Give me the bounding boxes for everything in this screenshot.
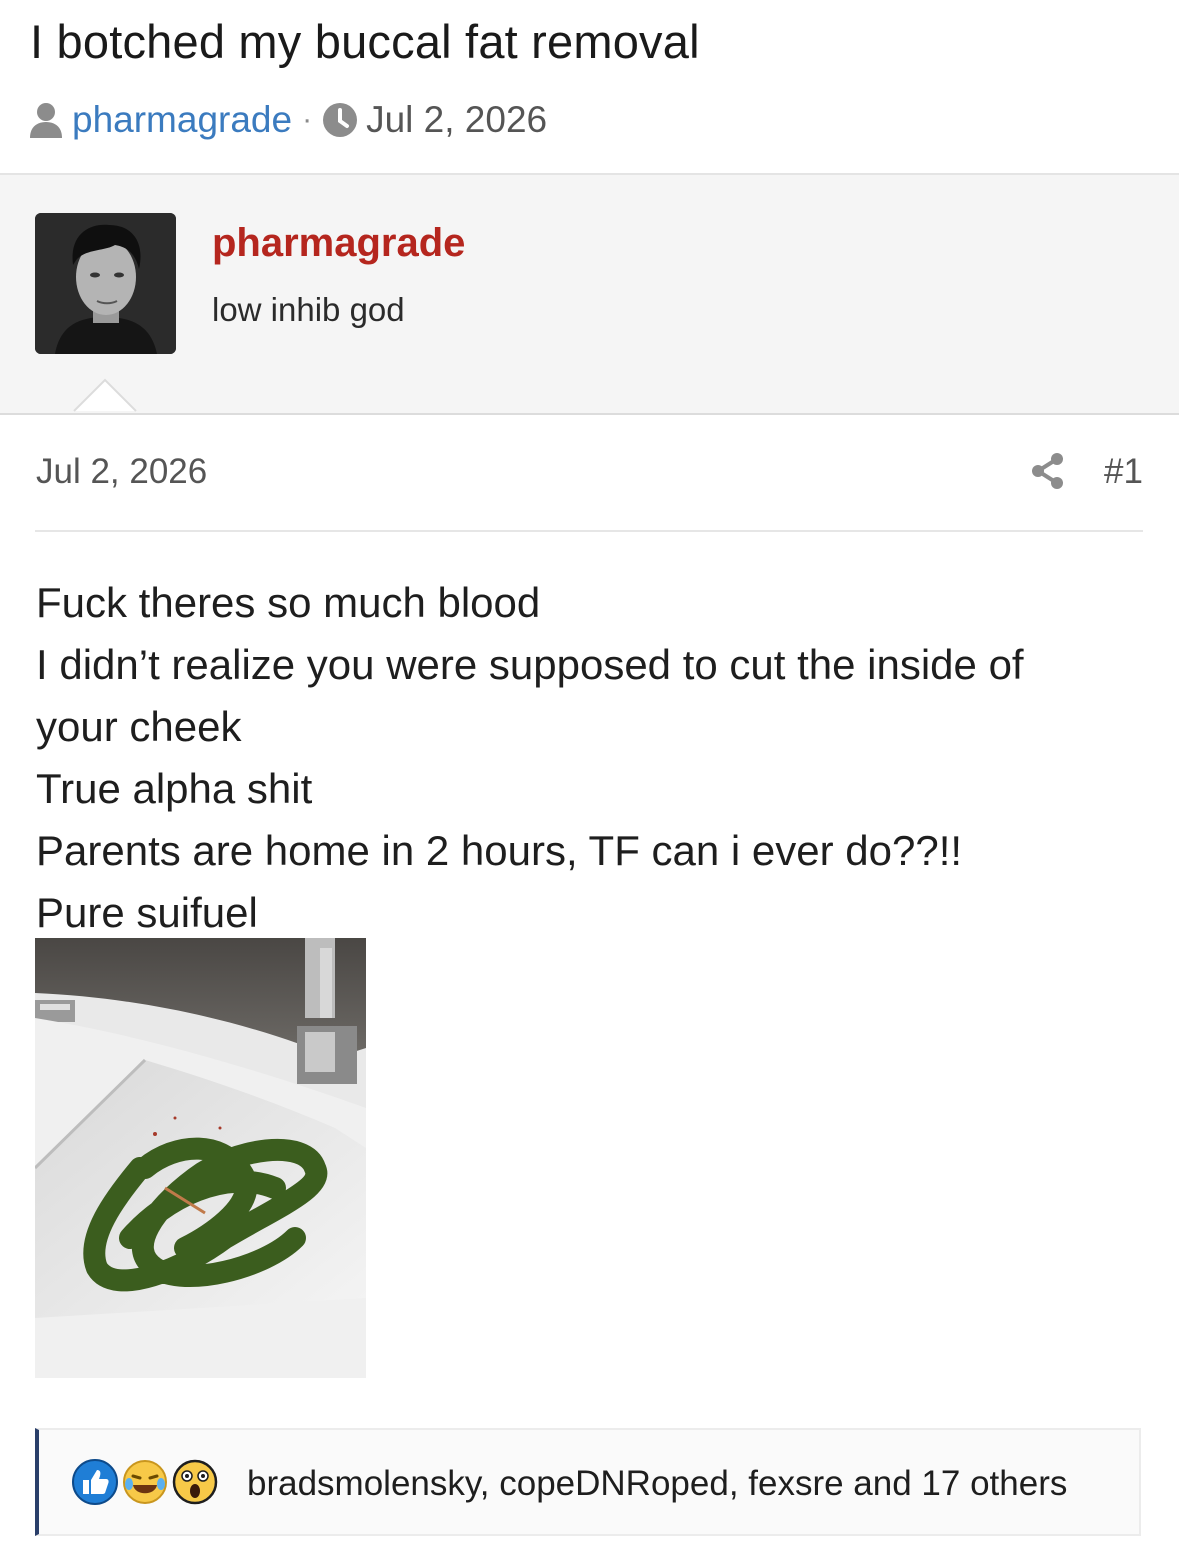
post-image-attachment[interactable] — [35, 938, 366, 1378]
poster-username[interactable]: pharmagrade — [212, 221, 465, 266]
avatar[interactable] — [35, 213, 176, 354]
post-line: Fuck theres so much blood — [36, 579, 541, 626]
post-number-link[interactable]: #1 — [1104, 452, 1143, 492]
clock-icon — [322, 102, 358, 138]
reactions-bar[interactable]: bradsmolensky, copeDNRoped, fexsre and 1… — [35, 1428, 1141, 1536]
thread-author-link[interactable]: pharmagrade — [72, 99, 292, 141]
share-icon[interactable] — [1030, 452, 1066, 490]
post-body: Fuck theres so much blood I didn’t reali… — [36, 572, 1146, 944]
post-line: Parents are home in 2 hours, TF can i ev… — [36, 827, 963, 874]
reaction-icons — [71, 1458, 221, 1506]
thread-title: I botched my buccal fat removal — [30, 15, 700, 68]
wow-icon[interactable] — [171, 1458, 219, 1506]
thread-meta: pharmagrade · Jul 2, 2026 — [28, 96, 547, 144]
post-line: Pure suifuel — [36, 889, 258, 936]
message-user-bar: pharmagrade low inhib god — [0, 173, 1179, 415]
post-line: True alpha shit — [36, 765, 313, 812]
like-icon[interactable] — [71, 1458, 119, 1506]
meta-separator: · — [302, 103, 313, 136]
post-date-link[interactable]: Jul 2, 2026 — [36, 452, 207, 492]
post-header-divider — [35, 530, 1143, 532]
reactions-summary-link[interactable]: bradsmolensky, copeDNRoped, fexsre and 1… — [247, 1464, 1067, 1504]
laugh-cry-icon[interactable] — [121, 1458, 169, 1506]
thread-date-link[interactable]: Jul 2, 2026 — [366, 99, 547, 141]
user-bar-pointer — [73, 378, 137, 412]
user-icon — [28, 101, 64, 139]
post-line: I didn’t realize you were supposed to cu… — [36, 641, 1024, 688]
poster-user-title: low inhib god — [212, 291, 405, 328]
post-line: your cheek — [36, 703, 242, 750]
